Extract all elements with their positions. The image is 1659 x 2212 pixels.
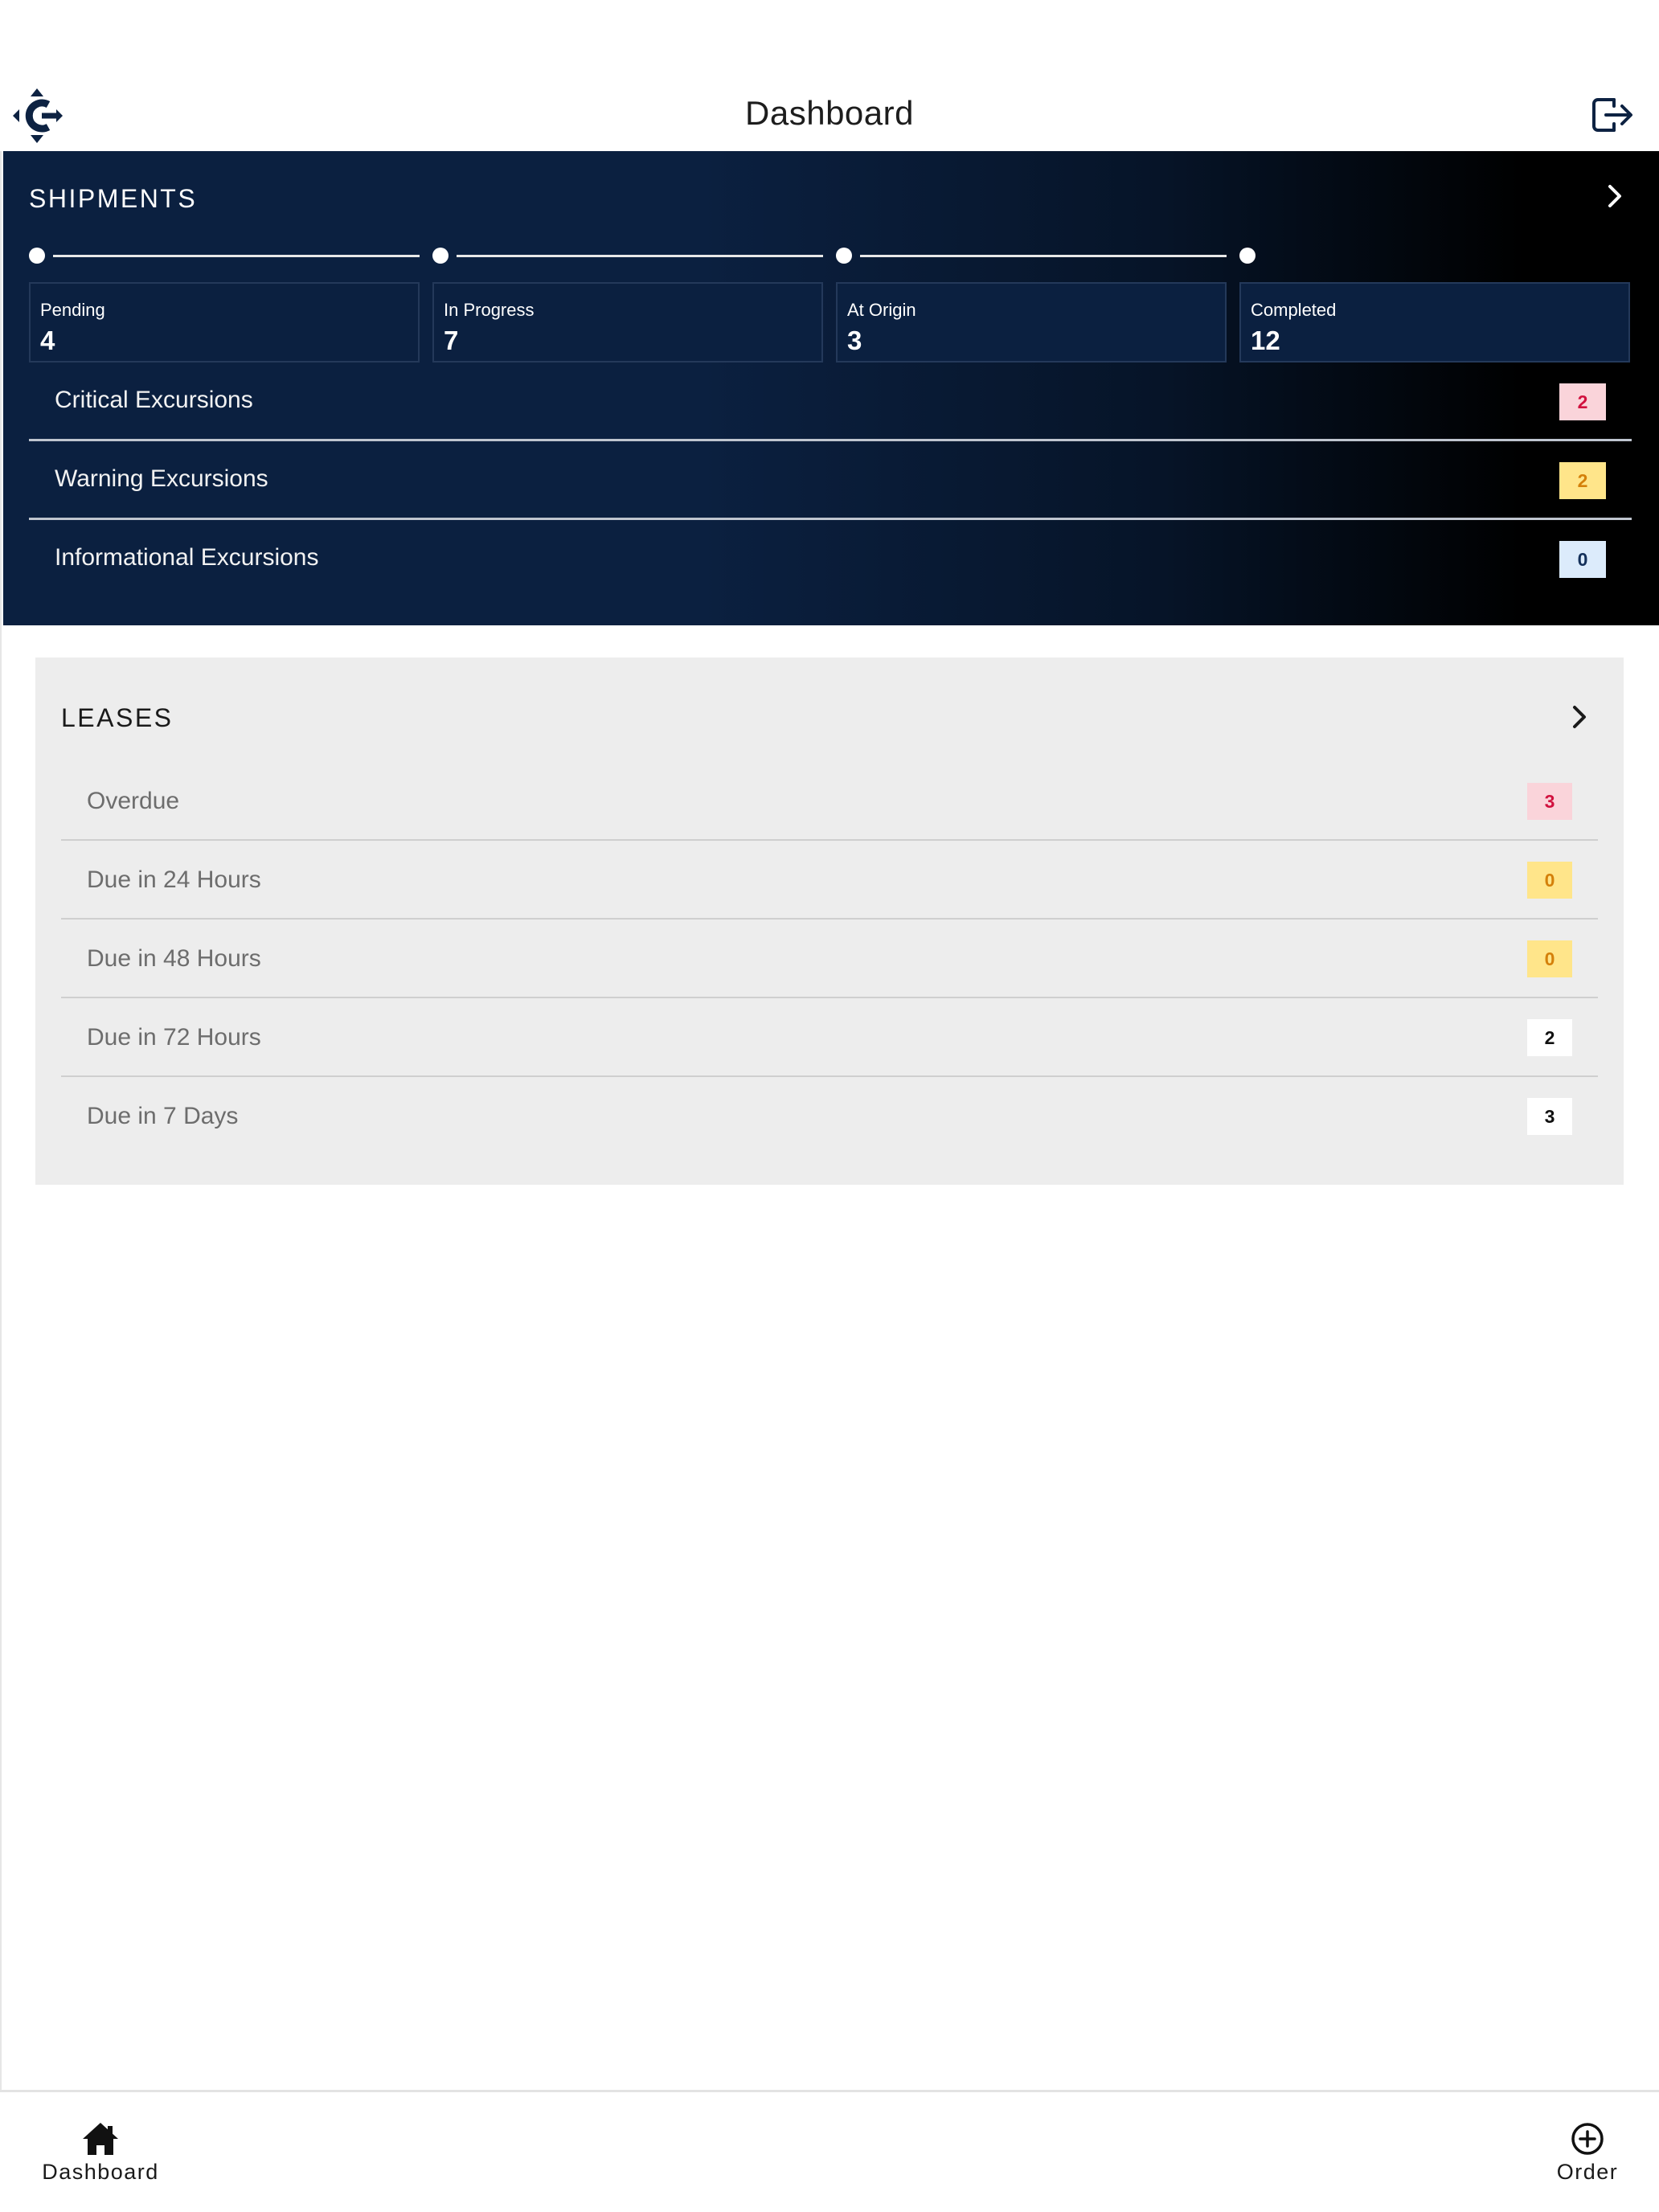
logout-icon[interactable]: [1590, 95, 1633, 135]
lease-row-due-24h[interactable]: Due in 24 Hours 0: [61, 841, 1598, 920]
status-count: 7: [444, 326, 459, 355]
progress-step-dot: [1239, 248, 1256, 264]
lease-count-badge: 3: [1527, 783, 1572, 820]
lease-label: Due in 7 Days: [87, 1103, 239, 1129]
lease-row-due-48h[interactable]: Due in 48 Hours 0: [61, 920, 1598, 998]
lease-row-overdue[interactable]: Overdue 3: [61, 762, 1598, 841]
lease-count-badge: 0: [1527, 940, 1572, 977]
status-label: At Origin: [847, 300, 916, 320]
progress-step-dot: [836, 248, 852, 264]
status-card-in-progress[interactable]: In Progress 7: [432, 282, 823, 363]
app-header: Dashboard: [0, 0, 1659, 151]
status-card-completed[interactable]: Completed 12: [1239, 282, 1630, 363]
window-edge: [0, 0, 2, 2212]
lease-count-badge: 3: [1527, 1098, 1572, 1135]
status-card-at-origin[interactable]: At Origin 3: [836, 282, 1227, 363]
page-title: Dashboard: [745, 94, 914, 132]
nav-dashboard[interactable]: Dashboard: [32, 2121, 169, 2185]
status-count: 12: [1251, 326, 1280, 355]
progress-step-line: [860, 255, 1227, 257]
chevron-right-icon[interactable]: [1567, 701, 1591, 733]
shipment-progress-track: [29, 248, 1636, 264]
excursion-label: Informational Excursions: [55, 544, 319, 571]
lease-row-due-72h[interactable]: Due in 72 Hours 2: [61, 998, 1598, 1077]
nav-order[interactable]: Order: [1527, 2121, 1648, 2185]
leases-title: LEASES: [61, 703, 174, 732]
status-count: 3: [847, 326, 862, 355]
lease-count-badge: 0: [1527, 862, 1572, 899]
shipments-panel: SHIPMENTS Pending 4 In Progress 7 At Ori…: [3, 151, 1659, 625]
status-label: Pending: [40, 300, 105, 320]
lease-label: Due in 72 Hours: [87, 1024, 261, 1051]
lease-label: Due in 48 Hours: [87, 945, 261, 972]
excursion-row-critical[interactable]: Critical Excursions 2: [29, 363, 1632, 441]
excursion-label: Warning Excursions: [55, 465, 268, 492]
excursion-count-badge: 2: [1559, 462, 1606, 499]
progress-step-line: [457, 255, 823, 257]
lease-row-due-7d[interactable]: Due in 7 Days 3: [61, 1077, 1598, 1156]
lease-label: Overdue: [87, 788, 180, 814]
home-icon: [83, 2123, 118, 2155]
status-label: In Progress: [444, 300, 535, 320]
status-card-pending[interactable]: Pending 4: [29, 282, 420, 363]
excursion-label: Critical Excursions: [55, 387, 253, 413]
excursion-row-warning[interactable]: Warning Excursions 2: [29, 441, 1632, 520]
excursion-count-badge: 2: [1559, 383, 1606, 420]
lease-label: Due in 24 Hours: [87, 866, 261, 893]
progress-step-line: [53, 255, 420, 257]
progress-step-dot: [29, 248, 45, 264]
excursion-row-informational[interactable]: Informational Excursions 0: [29, 520, 1632, 599]
nav-label: Dashboard: [42, 2160, 159, 2184]
bottom-nav: Dashboard Order: [0, 2090, 1659, 2212]
lease-count-badge: 2: [1527, 1019, 1572, 1056]
leases-panel: LEASES Overdue 3 Due in 24 Hours 0 Due i…: [35, 657, 1624, 1185]
nav-label: Order: [1556, 2160, 1619, 2184]
add-circle-icon: [1571, 2123, 1604, 2155]
shipments-title: SHIPMENTS: [29, 184, 198, 213]
status-label: Completed: [1251, 300, 1337, 320]
progress-step-dot: [432, 248, 449, 264]
excursion-count-badge: 0: [1559, 541, 1606, 578]
status-count: 4: [40, 326, 55, 355]
chevron-right-icon[interactable]: [1603, 180, 1627, 212]
